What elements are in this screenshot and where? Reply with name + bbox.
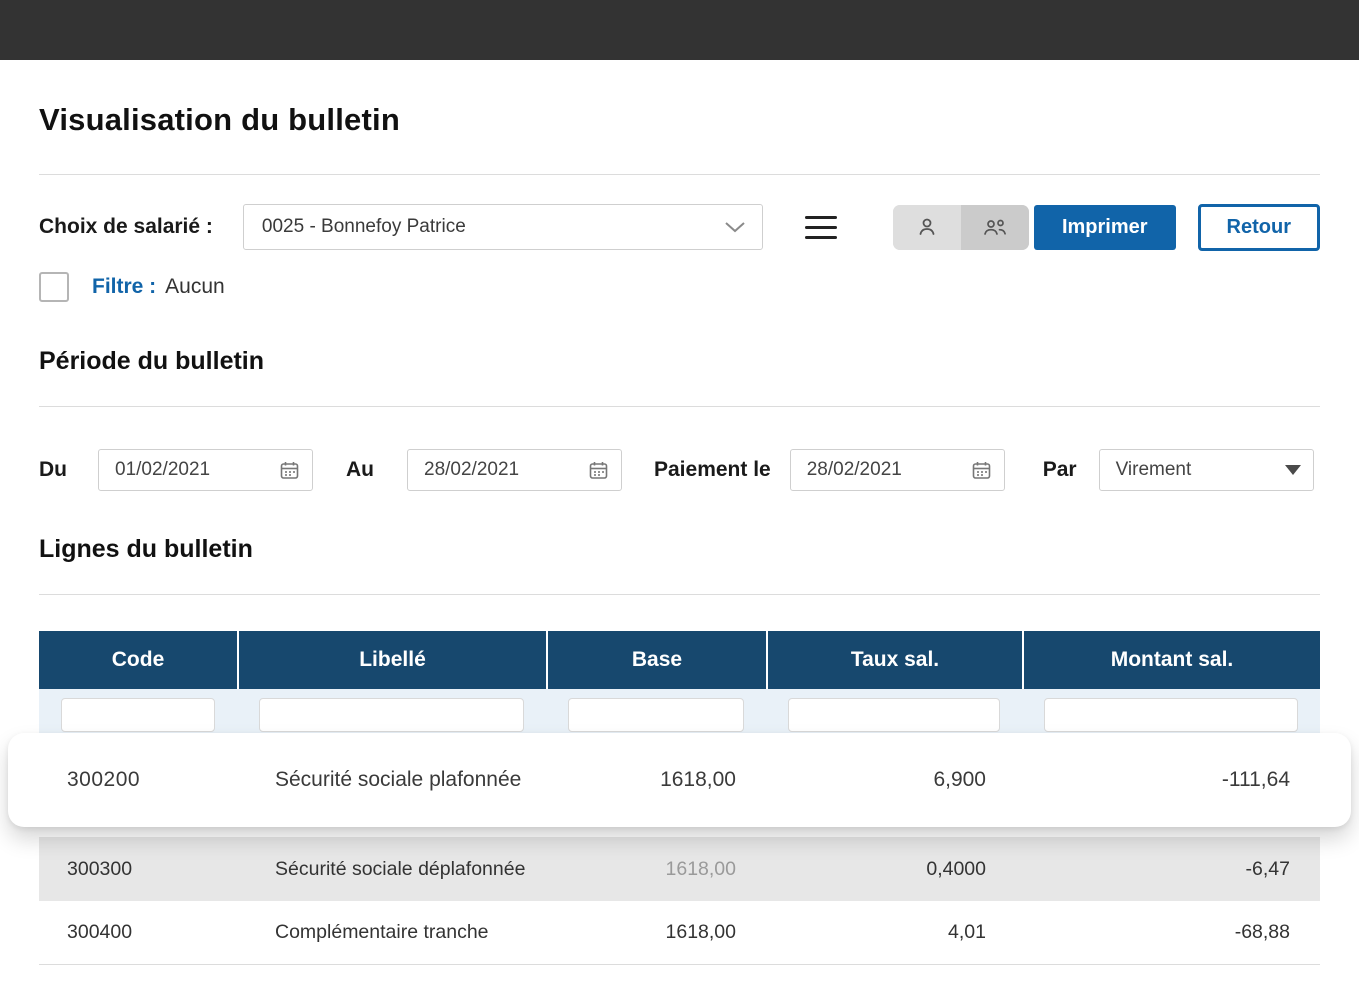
table-row[interactable]: 300400 Complémentaire tranche 1618,00 4,…	[39, 901, 1320, 965]
row-amount: -6,47	[1022, 858, 1320, 881]
filter-label: Filtre :	[92, 275, 156, 299]
row-code: 300300	[39, 858, 237, 881]
period-section-title: Période du bulletin	[39, 347, 1320, 376]
calendar-icon	[279, 460, 300, 481]
filter-row: Filtre : Aucun	[39, 271, 1320, 303]
payment-date-input[interactable]: 28/02/2021	[790, 449, 1005, 491]
lines-section-title: Lignes du bulletin	[39, 535, 1320, 564]
table-row-selected[interactable]: 300200 Sécurité sociale plafonnée 1618,0…	[8, 733, 1351, 827]
payment-date-label: Paiement le	[654, 458, 771, 482]
chevron-down-icon	[724, 221, 746, 233]
column-header-code[interactable]: Code	[39, 631, 237, 689]
filter-value: Aucun	[165, 275, 225, 299]
column-header-label[interactable]: Libellé	[237, 631, 546, 689]
employee-toolbar: Choix de salarié : 0025 - Bonnefoy Patri…	[39, 203, 1320, 251]
calendar-icon	[588, 460, 609, 481]
page-title: Visualisation du bulletin	[39, 102, 1320, 138]
single-employee-view-button[interactable]	[893, 205, 961, 250]
bulletin-lines-table: Code Libellé Base Taux sal. Montant sal.…	[39, 631, 1320, 965]
employee-select[interactable]: 0025 - Bonnefoy Patrice	[243, 204, 763, 250]
triangle-down-icon	[1285, 465, 1301, 475]
payment-date-value: 28/02/2021	[807, 459, 902, 481]
row-label: Complémentaire tranche	[237, 921, 546, 944]
employee-select-label: Choix de salarié :	[39, 215, 213, 239]
from-date-input[interactable]: 01/02/2021	[98, 449, 313, 491]
label-filter-input[interactable]	[259, 698, 524, 732]
filter-checkbox[interactable]	[39, 272, 69, 302]
from-date-label: Du	[39, 458, 67, 482]
from-date-value: 01/02/2021	[115, 459, 210, 481]
page-container: Visualisation du bulletin Choix de salar…	[0, 102, 1359, 965]
person-icon	[915, 215, 939, 239]
table-row[interactable]: 300300 Sécurité sociale déplafonnée 1618…	[39, 837, 1320, 901]
divider	[39, 174, 1320, 175]
column-header-amount[interactable]: Montant sal.	[1022, 631, 1320, 689]
employee-select-value: 0025 - Bonnefoy Patrice	[262, 216, 466, 238]
to-date-input[interactable]: 28/02/2021	[407, 449, 622, 491]
code-filter-input[interactable]	[61, 698, 215, 732]
people-icon	[982, 215, 1008, 239]
amount-filter-input[interactable]	[1044, 698, 1298, 732]
row-amount: -111,64	[1022, 768, 1320, 792]
payment-method-value: Virement	[1116, 459, 1192, 481]
table-header-row: Code Libellé Base Taux sal. Montant sal.	[39, 631, 1320, 689]
row-rate: 6,900	[766, 768, 1022, 792]
view-mode-toggle	[893, 205, 1029, 250]
row-amount: -68,88	[1022, 921, 1320, 944]
payment-method-select[interactable]: Virement	[1099, 449, 1314, 491]
to-date-value: 28/02/2021	[424, 459, 519, 481]
row-base: 1618,00	[546, 768, 766, 792]
calendar-icon	[971, 460, 992, 481]
divider	[39, 406, 1320, 407]
all-employees-view-button[interactable]	[961, 205, 1029, 250]
to-date-label: Au	[346, 458, 374, 482]
row-code: 300200	[39, 768, 237, 792]
top-bar	[0, 0, 1359, 60]
rate-filter-input[interactable]	[788, 698, 1000, 732]
row-label: Sécurité sociale déplafonnée	[237, 858, 546, 881]
payment-method-label: Par	[1043, 458, 1077, 482]
column-header-rate[interactable]: Taux sal.	[766, 631, 1022, 689]
column-header-base[interactable]: Base	[546, 631, 766, 689]
row-base: 1618,00	[546, 921, 766, 944]
period-fields: Du 01/02/2021 Au 28/02/2021 Paiement le …	[39, 449, 1320, 491]
print-button[interactable]: Imprimer	[1034, 205, 1176, 250]
row-rate: 4,01	[766, 921, 1022, 944]
row-code: 300400	[39, 921, 237, 944]
row-rate: 0,4000	[766, 858, 1022, 881]
base-filter-input[interactable]	[568, 698, 744, 732]
back-button[interactable]: Retour	[1198, 204, 1320, 251]
divider	[39, 594, 1320, 595]
row-base: 1618,00	[546, 858, 766, 881]
row-label: Sécurité sociale plafonnée	[237, 768, 546, 792]
menu-icon[interactable]	[805, 216, 837, 239]
